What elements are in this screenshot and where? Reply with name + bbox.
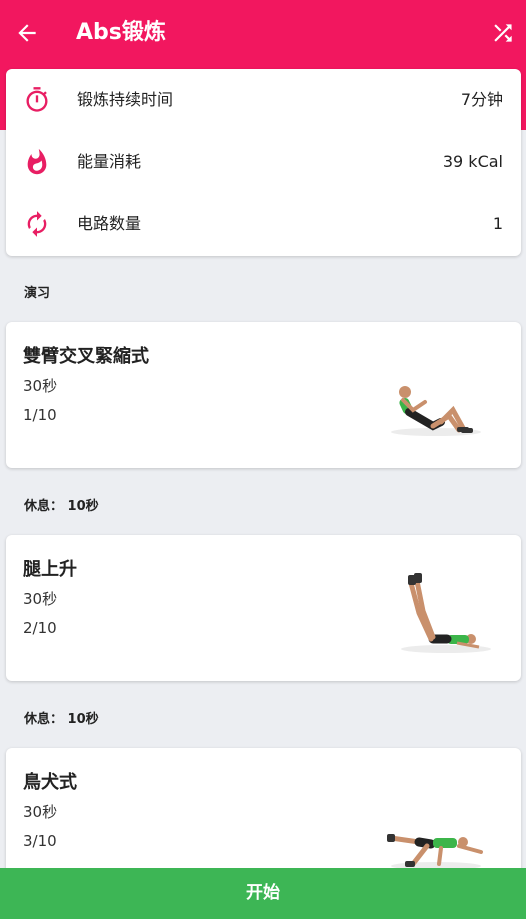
exercise-name: 鳥犬式 <box>23 772 77 793</box>
section-title: 演习 <box>24 286 51 301</box>
exercise-card[interactable]: 雙臂交叉緊縮式 30秒 1/10 <box>6 322 521 468</box>
flame-icon <box>27 148 47 175</box>
rest-label: 休息： 10秒 <box>24 499 99 514</box>
stopwatch-icon <box>26 87 48 112</box>
exercise-illustration <box>361 766 506 876</box>
summary-label: 电路数量 <box>77 214 142 233</box>
rest-label: 休息： 10秒 <box>24 712 99 727</box>
summary-label: 锻炼持续时间 <box>77 90 174 109</box>
exercise-index: 3/10 <box>23 832 57 850</box>
exercise-duration: 30秒 <box>23 590 58 608</box>
exercise-index: 1/10 <box>23 406 57 424</box>
start-button[interactable]: 开始 <box>0 868 526 919</box>
summary-value: 7分钟 <box>460 90 503 109</box>
exercise-duration: 30秒 <box>23 803 58 821</box>
summary-label: 能量消耗 <box>77 152 142 171</box>
page-title: Abs锻炼 <box>76 20 166 45</box>
exercise-illustration <box>361 553 506 663</box>
repeat-icon <box>27 211 47 237</box>
summary-row-duration: 锻炼持续时间 7分钟 <box>6 69 521 131</box>
workout-summary-card: 锻炼持续时间 7分钟 能量消耗 39 kCal 电路数量 1 <box>6 69 521 256</box>
summary-row-energy: 能量消耗 39 kCal <box>6 131 521 193</box>
exercise-duration: 30秒 <box>23 377 58 395</box>
exercise-illustration <box>361 340 506 450</box>
summary-value: 1 <box>492 214 503 233</box>
summary-value: 39 kCal <box>442 152 503 171</box>
summary-row-circuits: 电路数量 1 <box>6 193 521 255</box>
exercise-name: 腿上升 <box>23 559 77 580</box>
arrow-left-icon[interactable] <box>14 20 40 46</box>
exercise-index: 2/10 <box>23 619 57 637</box>
exercise-card[interactable]: 腿上升 30秒 2/10 <box>6 535 521 681</box>
exercise-name: 雙臂交叉緊縮式 <box>23 346 149 367</box>
shuffle-icon[interactable] <box>490 20 516 46</box>
